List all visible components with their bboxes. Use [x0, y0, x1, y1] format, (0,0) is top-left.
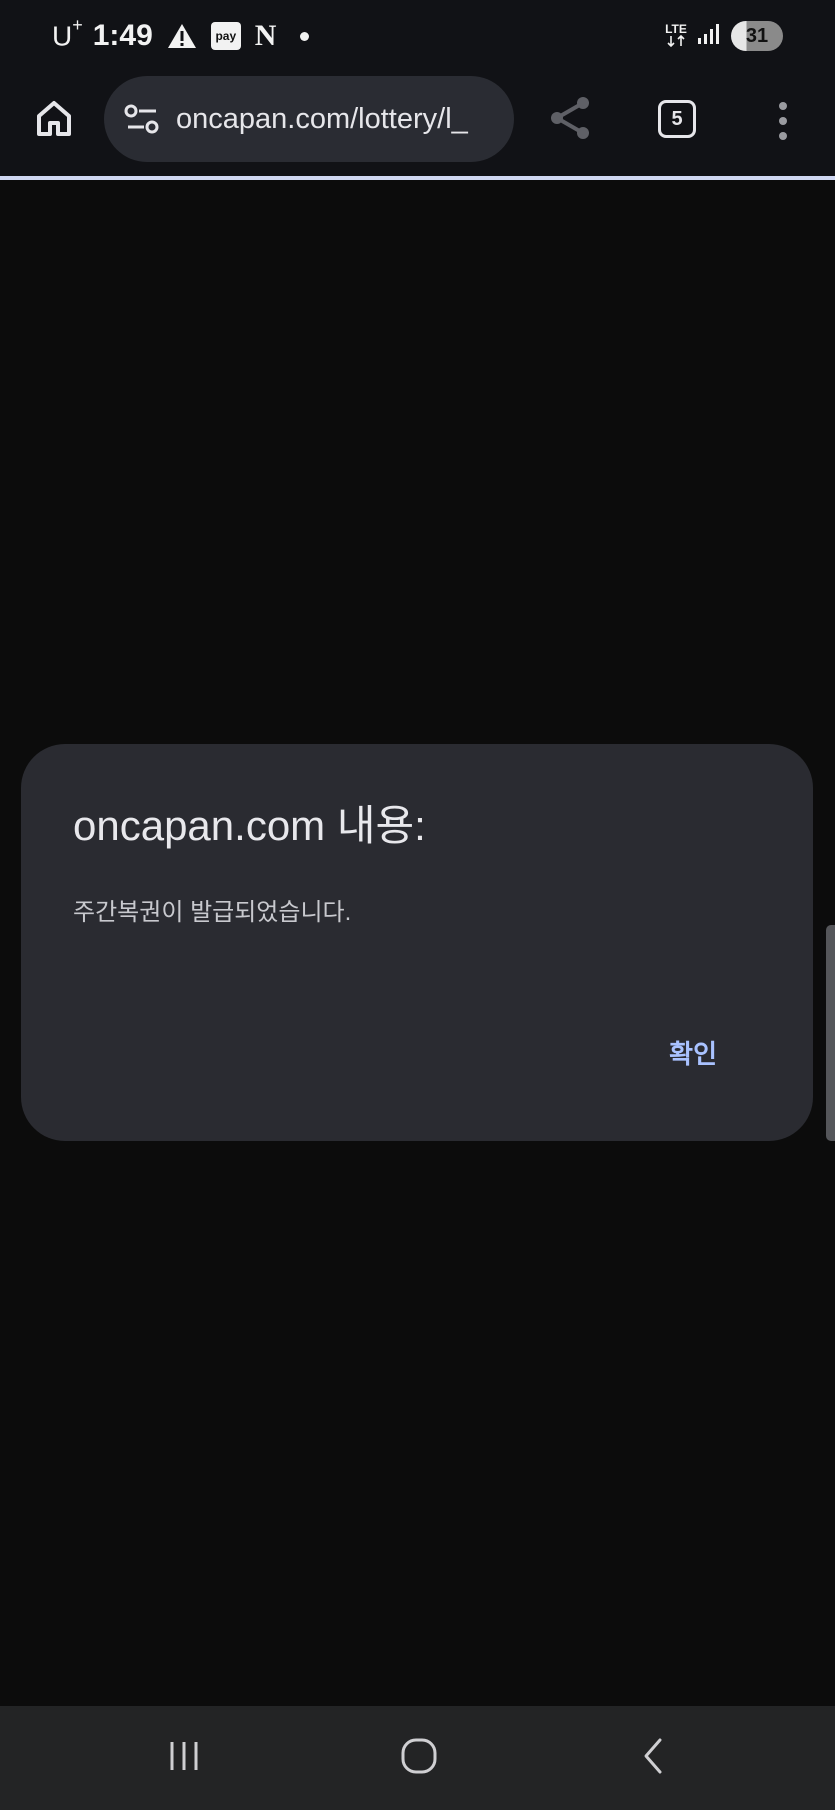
status-left: U+ 1:49 pay N — [52, 15, 310, 53]
recents-button[interactable] — [158, 1732, 210, 1784]
dialog-message: 주간복권이 발급되었습니다. — [73, 899, 352, 926]
site-settings-icon[interactable] — [122, 99, 162, 139]
carrier-label: U+ — [52, 15, 83, 52]
dialog-title: oncapan.com 내용: — [73, 802, 426, 849]
share-button[interactable] — [544, 94, 596, 146]
menu-dot — [779, 117, 787, 125]
notification-dot-icon — [300, 31, 310, 41]
clock: 1:49 — [92, 19, 153, 52]
browser-screen: U+ 1:49 pay N LTE 31 oncapan.com/lottery… — [0, 0, 835, 1810]
recents-icon — [164, 1738, 204, 1779]
browser-toolbar: oncapan.com/lottery/l_ 5 — [0, 72, 835, 180]
confirm-button[interactable]: 확인 — [669, 1034, 717, 1071]
status-bar: U+ 1:49 pay N LTE 31 — [0, 0, 835, 72]
home-button[interactable] — [30, 96, 78, 144]
menu-dot — [779, 132, 787, 140]
home-nav-icon — [399, 1736, 439, 1781]
more-menu-button[interactable] — [768, 98, 798, 144]
home-nav-button[interactable] — [393, 1732, 445, 1784]
url-text: oncapan.com/lottery/l_ — [176, 102, 468, 135]
warning-icon — [167, 22, 197, 50]
scroll-indicator[interactable] — [826, 925, 835, 1141]
signal-icon — [697, 22, 721, 51]
status-right: LTE 31 — [665, 21, 783, 51]
back-icon — [636, 1736, 672, 1781]
pay-icon: pay — [210, 22, 241, 50]
netflix-icon: N — [254, 19, 277, 52]
menu-dot — [779, 102, 787, 110]
lte-icon: LTE — [665, 23, 687, 49]
navigation-bar — [0, 1706, 835, 1810]
back-button[interactable] — [628, 1732, 680, 1784]
home-icon — [34, 98, 74, 143]
alert-dialog: oncapan.com 내용: 주간복권이 발급되었습니다. 확인 — [21, 744, 813, 1141]
battery-icon: 31 — [731, 21, 783, 51]
address-bar[interactable]: oncapan.com/lottery/l_ — [104, 76, 514, 162]
share-icon — [548, 95, 592, 146]
tab-switcher-button[interactable]: 5 — [658, 100, 696, 138]
